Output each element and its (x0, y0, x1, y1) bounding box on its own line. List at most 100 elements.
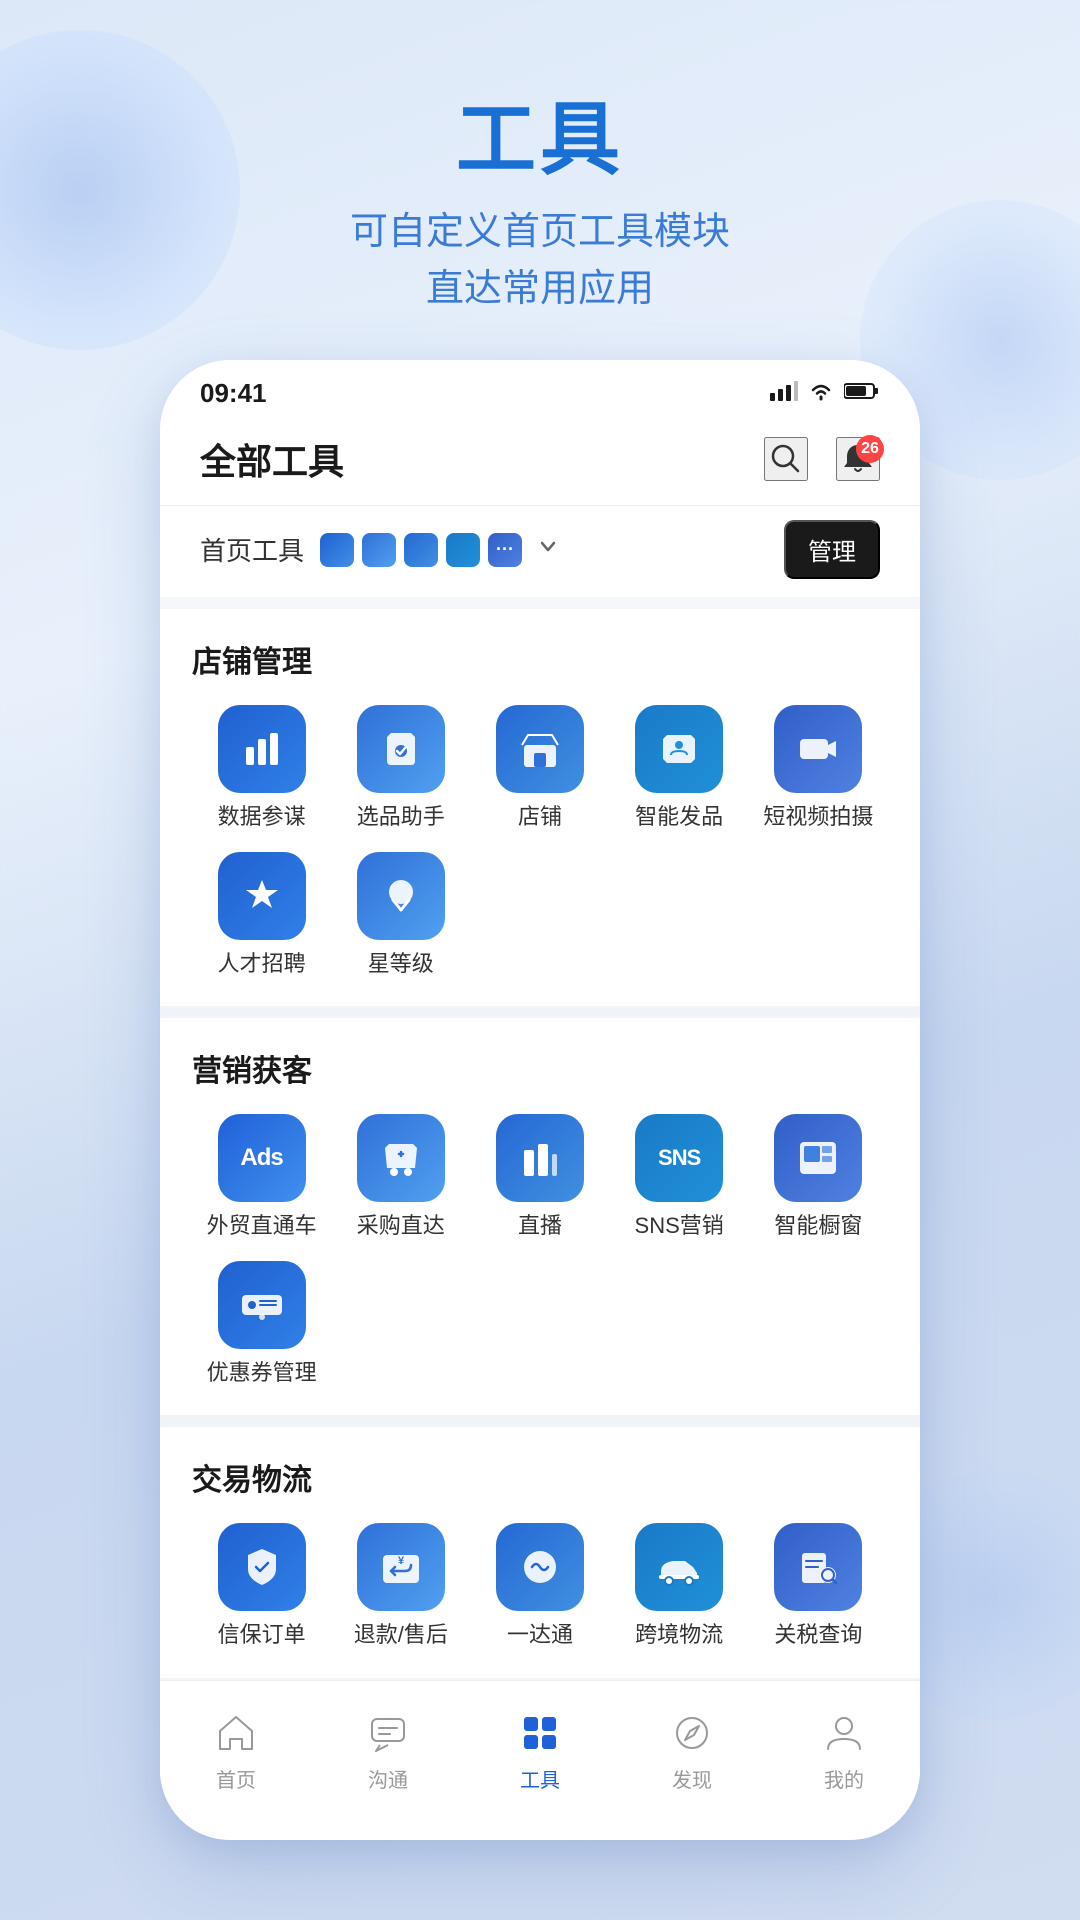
subtitle-line2: 直达常用应用 (0, 261, 1080, 318)
tool-store-icon (496, 705, 584, 793)
section-shop-management: 店铺管理 数据参谋 选品助手 (160, 609, 920, 1006)
tool-star-level-icon (357, 852, 445, 940)
tool-tax-query-label: 关税查询 (774, 1621, 862, 1650)
app-header: 全部工具 26 (160, 417, 920, 505)
section-marketing: 营销获客 Ads 外贸直通车 采购直达 (160, 1018, 920, 1415)
tool-smart-window[interactable]: 智能橱窗 (749, 1114, 888, 1241)
tool-purchase-direct-label: 采购直达 (357, 1212, 445, 1241)
tool-cross-logistics-icon (635, 1523, 723, 1611)
bottom-nav: 首页 沟通 工具 (160, 1680, 920, 1840)
tool-refund-label: 退款/售后 (354, 1621, 448, 1650)
tool-cross-logistics[interactable]: 跨境物流 (610, 1523, 749, 1650)
tool-star-level-label: 星等级 (368, 950, 434, 979)
notification-badge: 26 (856, 435, 884, 463)
svg-text:¥: ¥ (398, 1555, 405, 1567)
quick-tool-1 (320, 533, 354, 567)
tool-smart-product-icon (635, 705, 723, 793)
tool-store[interactable]: 店铺 (470, 705, 609, 832)
tool-smart-window-icon (774, 1114, 862, 1202)
nav-tools[interactable]: 工具 (464, 1708, 616, 1793)
phone-mockup: 09:41 (160, 360, 920, 1840)
tool-trust-order-label: 信保订单 (218, 1621, 306, 1650)
notification-button[interactable]: 26 (836, 437, 880, 481)
quick-tools-chevron[interactable] (534, 533, 562, 566)
tool-refund[interactable]: ¥ 退款/售后 (331, 1523, 470, 1650)
quick-tool-4 (446, 533, 480, 567)
tool-smart-window-label: 智能橱窗 (774, 1212, 862, 1241)
quick-tools-label: 首页工具 (200, 531, 304, 568)
tool-data-consult-icon (218, 705, 306, 793)
tool-smart-product[interactable]: 智能发品 (610, 705, 749, 832)
tool-product-select[interactable]: 选品助手 (331, 705, 470, 832)
tool-live-label: 直播 (518, 1212, 562, 1241)
app-title: 全部工具 (200, 433, 344, 485)
tool-short-video-label: 短视频拍摄 (763, 803, 873, 832)
tool-coupon-label: 优惠券管理 (207, 1359, 317, 1388)
tool-yidatong-label: 一达通 (507, 1621, 573, 1650)
nav-chat-label: 沟通 (368, 1764, 408, 1793)
tool-product-select-icon (357, 705, 445, 793)
quick-tool-3 (404, 533, 438, 567)
battery-icon (844, 382, 880, 405)
tool-ads-icon: Ads (218, 1114, 306, 1202)
tool-cross-logistics-label: 跨境物流 (635, 1621, 723, 1650)
tool-data-consult-label: 数据参谋 (218, 803, 306, 832)
tool-ads[interactable]: Ads 外贸直通车 (192, 1114, 331, 1241)
tool-smart-product-label: 智能发品 (635, 803, 723, 832)
page-subtitle: 可自定义首页工具模块 直达常用应用 (0, 204, 1080, 318)
tool-refund-icon: ¥ (357, 1523, 445, 1611)
signal-icon (770, 381, 798, 406)
subtitle-line1: 可自定义首页工具模块 (0, 204, 1080, 261)
chat-icon (363, 1708, 413, 1758)
nav-chat[interactable]: 沟通 (312, 1708, 464, 1793)
tool-yidatong-icon (496, 1523, 584, 1611)
tool-live-icon (496, 1114, 584, 1202)
tool-grid-transaction: 信保订单 ¥ 退款/售后 一达通 (192, 1523, 888, 1650)
status-icons (770, 381, 880, 406)
tool-store-label: 店铺 (518, 803, 562, 832)
tool-short-video[interactable]: 短视频拍摄 (749, 705, 888, 832)
nav-mine-label: 我的 (824, 1764, 864, 1793)
tool-talent-recruit[interactable]: 人才招聘 (192, 852, 331, 979)
tool-coupon-icon (218, 1261, 306, 1349)
manage-button[interactable]: 管理 (784, 520, 880, 579)
tool-trust-order-icon (218, 1523, 306, 1611)
nav-mine[interactable]: 我的 (768, 1708, 920, 1793)
tool-sns-icon: SNS (635, 1114, 723, 1202)
section-transaction: 交易物流 信保订单 ¥ 退款/售后 (160, 1427, 920, 1678)
tool-purchase-direct-icon (357, 1114, 445, 1202)
search-button[interactable] (764, 437, 808, 481)
nav-discover[interactable]: 发现 (616, 1708, 768, 1793)
nav-tools-label: 工具 (520, 1764, 560, 1793)
home-icon (211, 1708, 261, 1758)
tool-tax-query[interactable]: 关税查询 (749, 1523, 888, 1650)
section-marketing-title: 营销获客 (192, 1046, 888, 1090)
nav-home[interactable]: 首页 (160, 1708, 312, 1793)
tool-trust-order[interactable]: 信保订单 (192, 1523, 331, 1650)
tool-short-video-icon (774, 705, 862, 793)
quick-tool-more: ··· (488, 533, 522, 567)
page-header: 工具 可自定义首页工具模块 直达常用应用 (0, 0, 1080, 358)
tool-purchase-direct[interactable]: 采购直达 (331, 1114, 470, 1241)
quick-tools-bar: 首页工具 ··· 管理 (160, 505, 920, 597)
tool-live[interactable]: 直播 (470, 1114, 609, 1241)
nav-home-label: 首页 (216, 1764, 256, 1793)
tool-star-level[interactable]: 星等级 (331, 852, 470, 979)
tool-tax-query-icon (774, 1523, 862, 1611)
wifi-icon (808, 381, 834, 406)
tool-product-select-label: 选品助手 (357, 803, 445, 832)
nav-discover-label: 发现 (672, 1764, 712, 1793)
section-shop-management-title: 店铺管理 (192, 637, 888, 681)
tool-yidatong[interactable]: 一达通 (470, 1523, 609, 1650)
tools-grid-icon (515, 1708, 565, 1758)
app-content[interactable]: 店铺管理 数据参谋 选品助手 (160, 609, 920, 1749)
tool-data-consult[interactable]: 数据参谋 (192, 705, 331, 832)
section-transaction-title: 交易物流 (192, 1455, 888, 1499)
tool-coupon[interactable]: 优惠券管理 (192, 1261, 331, 1388)
page-title: 工具 (0, 100, 1080, 180)
tool-sns[interactable]: SNS SNS营销 (610, 1114, 749, 1241)
status-time: 09:41 (200, 378, 267, 409)
quick-tools-icons: ··· (320, 533, 784, 567)
tool-grid-shop: 数据参谋 选品助手 店铺 (192, 705, 888, 978)
tool-talent-recruit-label: 人才招聘 (218, 950, 306, 979)
